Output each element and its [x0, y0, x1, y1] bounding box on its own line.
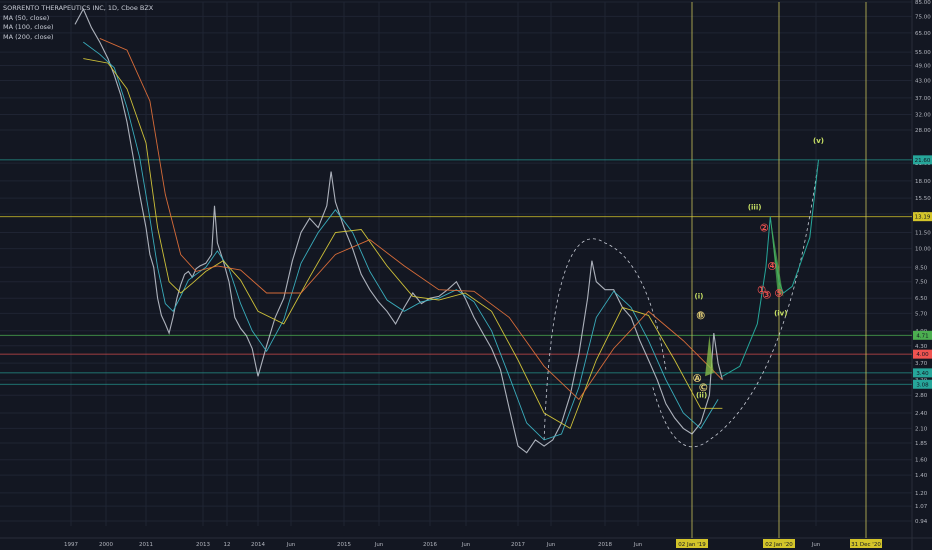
ma-100-label: MA (100, close) [3, 23, 54, 31]
x-tick-label: 2000 [99, 542, 113, 548]
price-line [74, 7, 723, 454]
chart-legend: SORRENTO THERAPEUTICS INC, 1D, Cboe BZX … [3, 4, 153, 42]
x-tick-label: 1997 [64, 542, 78, 548]
y-tick-label: 5.70 [915, 311, 928, 317]
wave-label: 3 [764, 291, 769, 299]
y-tick-label: 65.00 [915, 31, 931, 37]
y-tick-label: 55.00 [915, 50, 931, 56]
price-tag-label: 21.60 [915, 158, 931, 164]
y-tick-label: 32.00 [915, 113, 931, 119]
y-tick-label: 10.00 [915, 247, 931, 253]
wave-label: A [695, 374, 701, 382]
y-tick-label: 11.50 [915, 230, 931, 236]
price-chart[interactable]: 85.00 75.00 65.00 55.00 49.00 43.00 37.00 32.00… [0, 0, 932, 550]
wave-label: (i) [695, 293, 704, 301]
ma-50-label: MA (50, close) [3, 13, 50, 22]
y-tick-label: 1.85 [915, 441, 928, 447]
y-tick-label: 1.20 [915, 491, 928, 497]
y-tick-label: 1.07 [915, 504, 928, 510]
x-tick-label: 12 [224, 542, 231, 548]
x-tick-label: Jun [546, 542, 556, 548]
wave-label: (iii) [748, 204, 762, 212]
x-tick-label: 2018 [598, 542, 612, 548]
y-tick-label: 85.00 [915, 0, 931, 6]
price-tag-label: 4.00 [916, 352, 929, 358]
wave-label: 4 [770, 262, 775, 270]
date-marker-label: 02 Jan '20 [765, 542, 793, 548]
x-tick-label: 2011 [139, 542, 153, 548]
ma-200-label: MA (200, close) [3, 32, 54, 41]
y-tick-label: 15.50 [915, 196, 931, 202]
y-tick-label: 75.00 [915, 14, 931, 20]
y-tick-label: 28.00 [915, 128, 931, 134]
price-tag-label: 3.08 [916, 382, 929, 388]
wave-label: (iv) [774, 310, 787, 318]
price-tag-label: 13.19 [915, 215, 931, 221]
wave-label: C [701, 384, 706, 392]
y-tick-label: 1.60 [915, 458, 928, 464]
y-tick-label: 4.30 [915, 344, 928, 350]
y-tick-label: 18.00 [915, 179, 931, 185]
cycle-arc-2 [652, 159, 819, 448]
x-tick-label: 2015 [337, 542, 351, 548]
y-tick-label: 8.50 [915, 265, 928, 271]
y-tick-label: 2.10 [915, 426, 928, 432]
y-tick-label: 0.94 [915, 519, 928, 525]
y-tick-label: 2.80 [915, 393, 928, 399]
date-marker-label: 02 Jan '19 [678, 542, 706, 548]
y-tick-label: 37.00 [915, 96, 931, 102]
x-tick-label: Jun [811, 542, 821, 548]
x-tick-label: 2013 [196, 542, 210, 548]
x-tick-label: Jun [286, 542, 296, 548]
wave-label: 5 [777, 289, 782, 297]
y-tick-label: 6.50 [915, 296, 928, 302]
symbol-title: SORRENTO THERAPEUTICS INC, 1D, Cboe BZX [3, 4, 154, 12]
price-tag-label: 4.71 [916, 333, 928, 339]
wave-label: (v) [813, 137, 824, 145]
wave-label: 2 [762, 224, 767, 232]
x-tick-label: Jun [633, 542, 643, 548]
y-tick-label: 3.70 [915, 361, 928, 367]
wave-label: B [698, 312, 703, 320]
wave-label: (ii) [696, 392, 707, 400]
y-tick-label: 1.40 [915, 473, 928, 479]
date-marker-label: 31 Dec '20 [851, 542, 881, 548]
y-tick-label: 2.40 [915, 411, 928, 417]
wave-iv-triangle [770, 216, 784, 297]
x-tick-label: Jun [461, 542, 471, 548]
x-tick-label: 2014 [251, 542, 265, 548]
x-tick-label: Jun [374, 542, 384, 548]
y-tick-label: 7.50 [915, 280, 928, 286]
price-tag-label: 3.40 [916, 371, 929, 377]
x-tick-label: 2017 [511, 542, 525, 548]
y-tick-label: 49.00 [915, 63, 931, 69]
moving-average-line [99, 37, 723, 401]
x-tick-label: 2016 [423, 542, 437, 548]
y-tick-label: 43.00 [915, 79, 931, 85]
